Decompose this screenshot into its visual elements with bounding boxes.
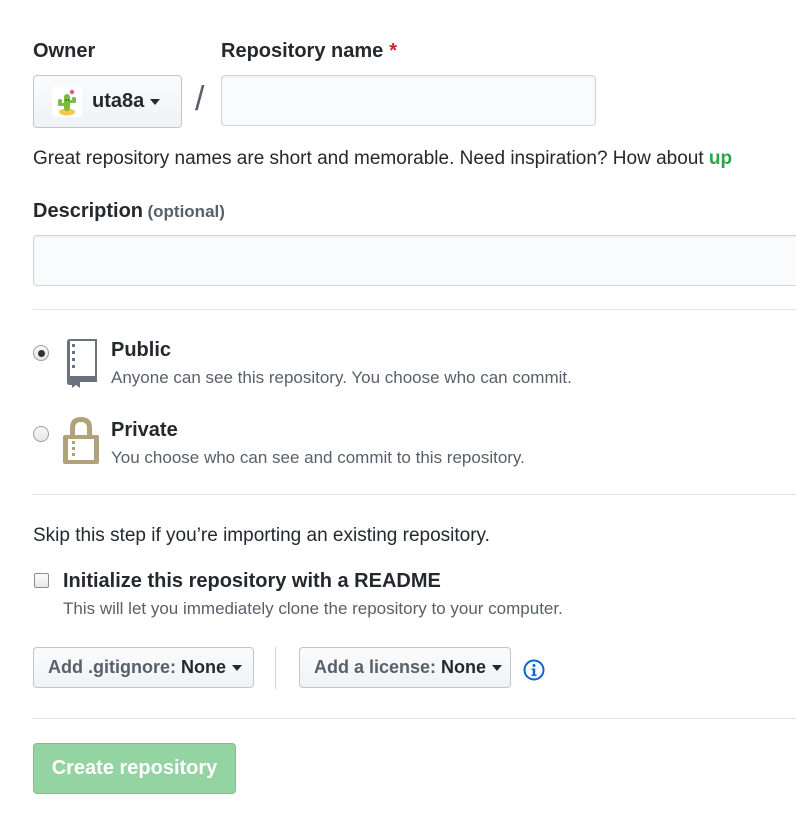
chevron-down-icon bbox=[150, 98, 161, 105]
private-title: Private bbox=[111, 419, 178, 441]
private-description: You choose who can see and commit to thi… bbox=[111, 448, 525, 467]
public-radio[interactable] bbox=[33, 345, 49, 361]
divider bbox=[33, 718, 796, 719]
private-radio[interactable] bbox=[33, 426, 49, 442]
readme-description: This will let you immediately clone the … bbox=[63, 599, 563, 618]
chevron-down-icon bbox=[492, 664, 503, 671]
repo-name-label-text: Repository name bbox=[221, 40, 384, 62]
gitignore-prefix: Add .gitignore: bbox=[48, 657, 176, 677]
create-repository-button[interactable]: Create repository bbox=[33, 743, 236, 794]
description-label-text: Description bbox=[33, 200, 144, 222]
required-marker: * bbox=[389, 40, 398, 62]
license-value: None bbox=[441, 657, 487, 677]
chevron-down-icon bbox=[231, 664, 242, 671]
info-icon[interactable] bbox=[523, 659, 545, 686]
public-title: Public bbox=[111, 339, 172, 361]
repo-name-label: Repository name * bbox=[221, 40, 397, 63]
owner-avatar-icon bbox=[52, 86, 82, 117]
owner-name: uta8a bbox=[92, 90, 145, 112]
repo-book-icon bbox=[62, 338, 100, 393]
gitignore-select-button[interactable]: Add .gitignore: None bbox=[33, 647, 254, 688]
select-separator bbox=[275, 647, 276, 689]
gitignore-value: None bbox=[180, 657, 226, 677]
public-description: Anyone can see this repository. You choo… bbox=[111, 368, 572, 387]
description-input[interactable] bbox=[33, 235, 796, 286]
divider bbox=[33, 494, 796, 495]
readme-label[interactable]: Initialize this repository with a README bbox=[63, 570, 441, 593]
owner-select-button[interactable]: uta8a bbox=[33, 75, 182, 128]
owner-label: Owner bbox=[33, 40, 96, 62]
optional-tag: (optional) bbox=[147, 202, 225, 221]
repo-name-input[interactable] bbox=[221, 75, 596, 126]
owner-repo-separator: / bbox=[195, 80, 205, 118]
repo-name-hint-text: Great repository names are short and mem… bbox=[33, 148, 709, 169]
license-prefix: Add a license: bbox=[314, 657, 437, 677]
radio-selected-dot bbox=[37, 349, 45, 357]
license-select-button[interactable]: Add a license: None bbox=[299, 647, 511, 688]
name-suggestion-link[interactable]: up bbox=[709, 148, 732, 169]
divider bbox=[33, 309, 796, 310]
lock-icon bbox=[62, 415, 100, 470]
import-hint: Skip this step if you’re importing an ex… bbox=[33, 525, 490, 546]
description-label: Description (optional) bbox=[33, 200, 225, 223]
readme-checkbox[interactable] bbox=[34, 573, 49, 588]
repo-name-hint: Great repository names are short and mem… bbox=[33, 148, 732, 170]
